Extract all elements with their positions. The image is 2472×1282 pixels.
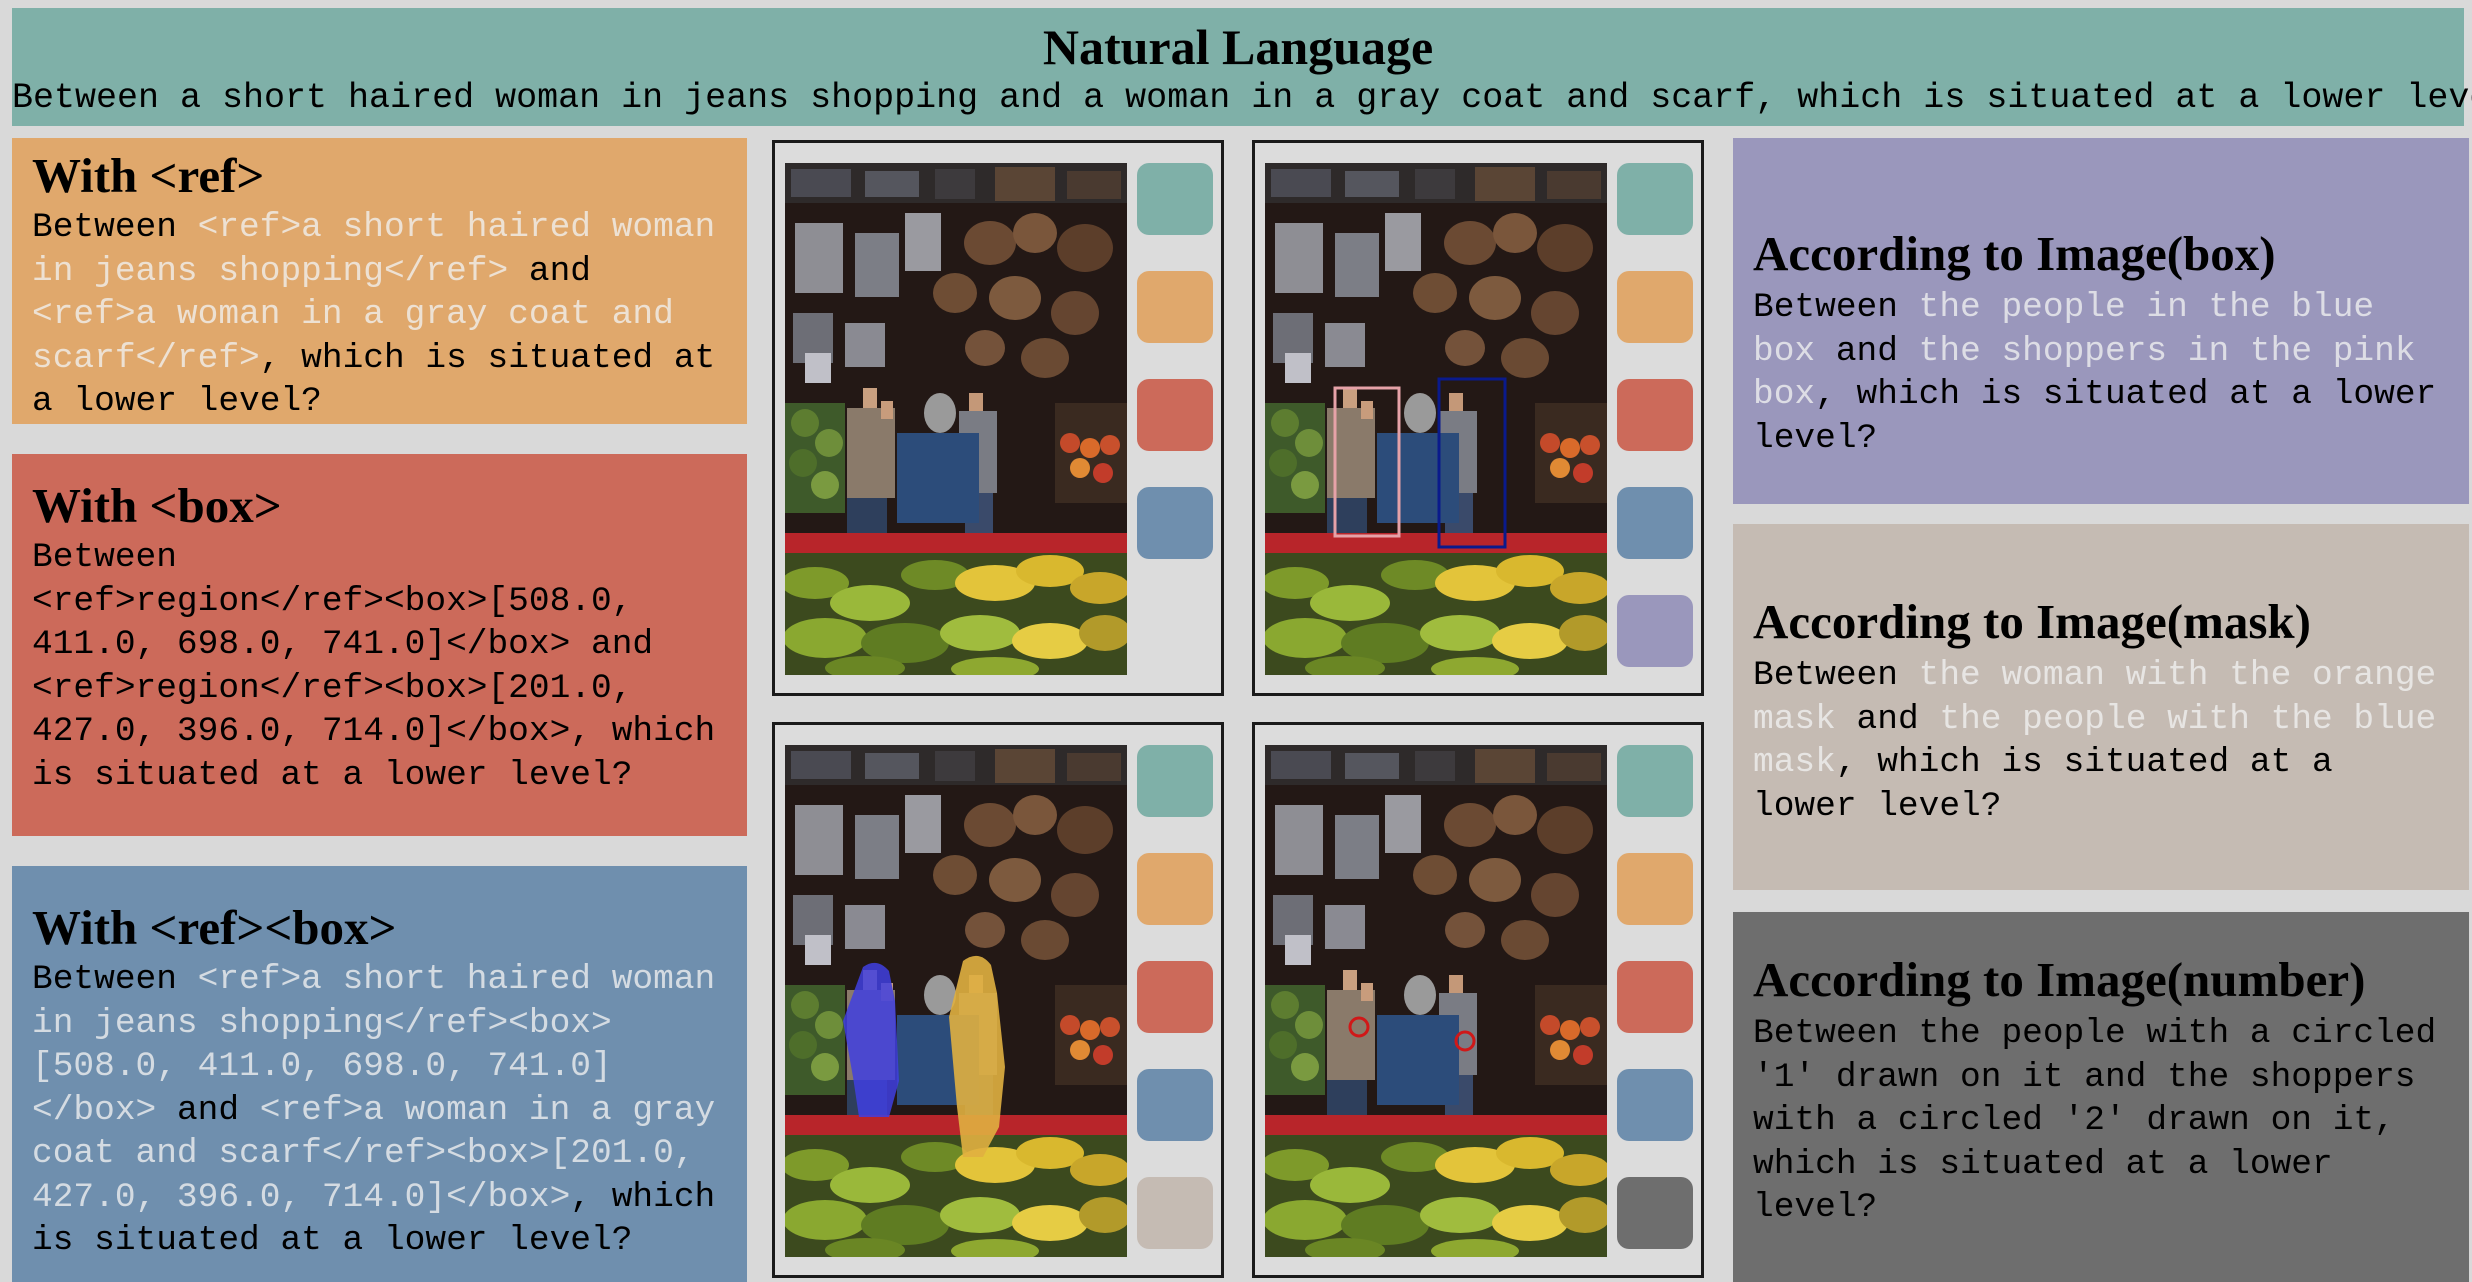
with-ref-text-2: and <box>508 251 612 291</box>
market-photo-with-boxes <box>1265 163 1607 675</box>
color-chip-blue <box>1137 1069 1213 1141</box>
color-chip-orange <box>1137 853 1213 925</box>
image-mask-title: According to Image(mask) <box>1753 594 2311 649</box>
color-chip-orange <box>1617 271 1693 343</box>
with-ref-title: With <ref> <box>32 148 265 203</box>
color-chip-blue <box>1617 1069 1693 1141</box>
color-chip-red <box>1137 379 1213 451</box>
market-photo-with-masks <box>785 745 1127 1257</box>
with-ref-text-1: Between <box>32 208 198 247</box>
color-chip-lavender <box>1617 595 1693 667</box>
with-ref-box-box: With <ref><box> Between <ref>a short hai… <box>12 866 747 1282</box>
image-box-text-1: Between <box>1753 288 1919 327</box>
color-chip-orange <box>1137 271 1213 343</box>
with-ref-box-title: With <ref><box> <box>32 900 397 955</box>
with-box-title: With <box> <box>32 478 282 533</box>
image-mask-text-1: Between <box>1753 656 1919 695</box>
color-chip-blue <box>1617 487 1693 559</box>
color-chip-teal <box>1137 163 1213 235</box>
image-mask-box: According to Image(mask) Between the wom… <box>1733 524 2469 890</box>
color-chip-orange <box>1617 853 1693 925</box>
color-chip-teal <box>1617 163 1693 235</box>
market-photo <box>785 163 1127 675</box>
image-panel-number <box>1252 722 1704 1278</box>
header-question: Between a short haired woman in jeans sh… <box>12 78 2472 118</box>
image-mask-text: Between the woman with the orange mask a… <box>1753 654 2449 828</box>
color-chip-red <box>1617 961 1693 1033</box>
with-box-box: With <box> Between <ref>region</ref><box… <box>12 454 747 836</box>
image-box-box: According to Image(box) Between the peop… <box>1733 138 2469 504</box>
with-ref-box: With <ref> Between <ref>a short haired w… <box>12 138 747 424</box>
image-box-text-3: , which is situated at a lower level? <box>1753 375 2457 458</box>
with-ref-box-text-2: and <box>156 1090 260 1130</box>
image-box-title: According to Image(box) <box>1753 226 2276 281</box>
image-mask-text-2: and <box>1835 699 1940 739</box>
image-number-text: Between the people with a circled '1' dr… <box>1753 1014 2457 1227</box>
image-number-title: According to Image(number) <box>1753 952 2366 1007</box>
natural-language-header: Natural Language Between a short haired … <box>12 8 2472 126</box>
market-photo-with-number-marks <box>1265 745 1607 1257</box>
color-chip-red <box>1137 961 1213 1033</box>
image-box-text-2: and <box>1815 331 1919 371</box>
color-chip-teal <box>1617 745 1693 817</box>
image-mask-text-3: , which is situated at a lower level? <box>1753 743 2354 826</box>
color-chip-red <box>1617 379 1693 451</box>
with-ref-text: Between <ref>a short haired woman in jea… <box>32 206 727 424</box>
with-box-text: Between <ref>region</ref><box>[508.0, 41… <box>32 538 716 795</box>
image-panel-mask <box>772 722 1224 1278</box>
image-panel-plain <box>772 140 1224 696</box>
with-ref-box-text-1: Between <box>32 960 198 999</box>
color-chip-blue <box>1137 487 1213 559</box>
color-chip-gray <box>1617 1177 1693 1249</box>
image-box-text: Between the people in the blue box and t… <box>1753 286 2449 460</box>
color-chip-beige <box>1137 1177 1213 1249</box>
with-ref-box-text: Between <ref>a short haired woman in jea… <box>32 958 727 1263</box>
image-number-box: According to Image(number) Between the p… <box>1733 912 2469 1282</box>
header-title: Natural Language <box>1042 19 1434 75</box>
image-panel-box <box>1252 140 1704 696</box>
color-chip-teal <box>1137 745 1213 817</box>
